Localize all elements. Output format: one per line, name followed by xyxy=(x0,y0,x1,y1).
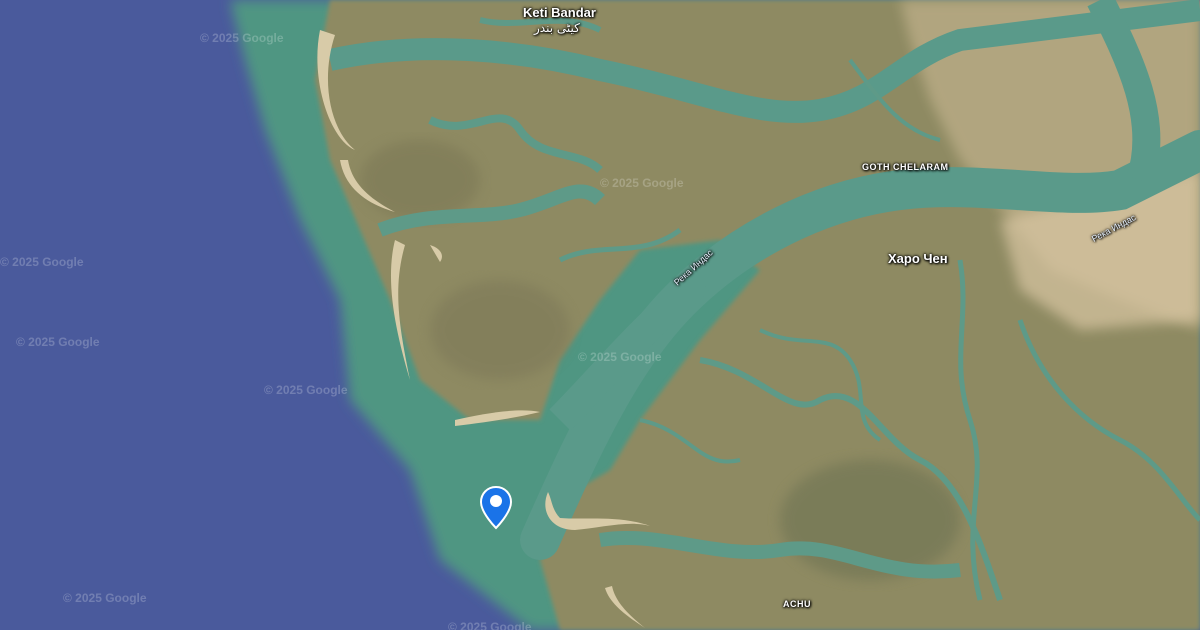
watermark: © 2025 Google xyxy=(448,620,532,630)
watermark: © 2025 Google xyxy=(200,31,284,45)
watermark: © 2025 Google xyxy=(600,176,684,190)
place-label-kharo-chan[interactable]: Харо Чен xyxy=(888,251,948,266)
satellite-imagery xyxy=(0,0,1200,630)
watermark: © 2025 Google xyxy=(578,350,662,364)
watermark: © 2025 Google xyxy=(264,383,348,397)
watermark: © 2025 Google xyxy=(0,255,84,269)
map-view[interactable]: © 2025 Google © 2025 Google © 2025 Googl… xyxy=(0,0,1200,630)
location-pin-icon[interactable] xyxy=(479,485,513,530)
watermark: © 2025 Google xyxy=(16,335,100,349)
place-label-achu[interactable]: ACHU xyxy=(783,599,811,609)
watermark: © 2025 Google xyxy=(63,591,147,605)
place-label-keti-bandar[interactable]: Keti Bandar xyxy=(523,5,596,20)
place-label-keti-bandar-local: کیٹی بندر xyxy=(534,21,580,35)
place-label-goth-chelaram[interactable]: GOTH CHELARAM xyxy=(862,162,949,172)
